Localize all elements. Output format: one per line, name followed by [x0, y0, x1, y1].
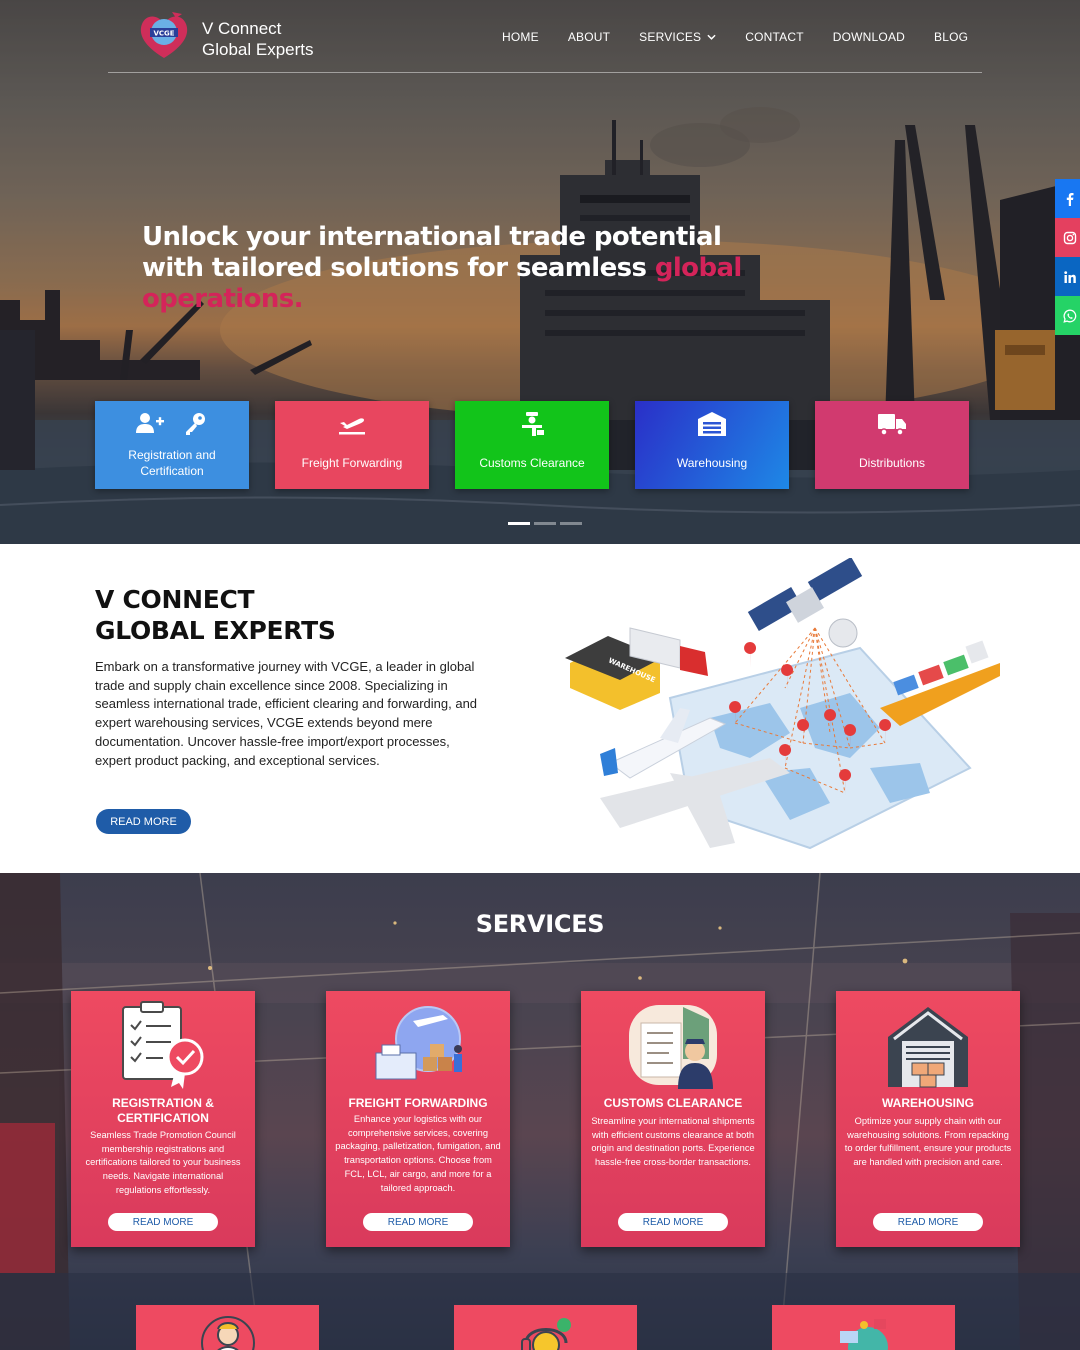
tile-registration[interactable]: Registration and Certification: [95, 401, 249, 489]
hero-section: VCGE V Connect Global Experts HOME ABOUT…: [0, 0, 1080, 544]
service-cards-row-2: [136, 1305, 955, 1350]
warehouse-icon: [698, 412, 726, 436]
card-text: Seamless Trade Promotion Council members…: [85, 1130, 241, 1195]
nav-about[interactable]: ABOUT: [568, 30, 610, 44]
services-title: SERVICES: [475, 910, 605, 938]
warehouse-building-icon: [888, 1007, 968, 1088]
user-plus-key-icon: [136, 413, 205, 435]
hero-service-tiles: Registration and Certification Freight F…: [95, 401, 969, 489]
service-card-support: [454, 1305, 637, 1350]
tile-customs-clearance[interactable]: Customs Clearance: [455, 401, 609, 489]
linkedin-button[interactable]: [1055, 257, 1080, 296]
nav-download[interactable]: DOWNLOAD: [833, 30, 905, 44]
card-read-more-button[interactable]: READ MORE: [108, 1213, 218, 1231]
chevron-down-icon: [707, 34, 716, 40]
tile-freight-forwarding[interactable]: Freight Forwarding: [275, 401, 429, 489]
svg-text:VCGE: VCGE: [153, 30, 174, 38]
brand-line2: Global Experts: [202, 40, 314, 59]
card-text: Enhance your logistics with our comprehe…: [335, 1114, 501, 1193]
service-card-customs-clearance: CUSTOMS CLEARANCE Streamline your intern…: [581, 991, 765, 1247]
certificate-clipboard-icon: [122, 1001, 204, 1089]
nav-contact[interactable]: CONTACT: [745, 30, 804, 44]
service-card-registration: REGISTRATION & CERTIFICATION Seamless Tr…: [71, 991, 255, 1247]
slider-dot-1[interactable]: [508, 522, 530, 525]
card-read-more-button[interactable]: READ MORE: [873, 1213, 983, 1231]
about-section: V CONNECT GLOBAL EXPERTS Embark on a tra…: [0, 544, 1080, 873]
brand-name[interactable]: V Connect Global Experts: [202, 18, 314, 60]
card-text: Optimize your supply chain with our ware…: [844, 1116, 1012, 1168]
hero-heading-main: Unlock your international trade potentia…: [142, 222, 722, 283]
slider-dot-3[interactable]: [560, 522, 582, 525]
card-text: Streamline your international shipments …: [591, 1116, 755, 1168]
slider-pagination: [508, 522, 582, 525]
tile-warehousing[interactable]: Warehousing: [635, 401, 789, 489]
facebook-icon: [1066, 192, 1074, 206]
instagram-icon: [1063, 231, 1077, 244]
nav-blog[interactable]: BLOG: [934, 30, 968, 44]
about-read-more-button[interactable]: READ MORE: [96, 809, 191, 834]
nav-home[interactable]: HOME: [502, 30, 539, 44]
social-bar: [1055, 179, 1080, 335]
agent-network-icon: [201, 1316, 255, 1350]
site-header: VCGE V Connect Global Experts HOME ABOUT…: [108, 0, 982, 73]
about-text: Embark on a transformative journey with …: [95, 659, 478, 768]
linkedin-icon: [1064, 270, 1076, 283]
tile-distributions[interactable]: Distributions: [815, 401, 969, 489]
service-card-warehousing: WAREHOUSING Optimize your supply chain w…: [836, 991, 1020, 1247]
whatsapp-button[interactable]: [1055, 296, 1080, 335]
card-title: FREIGHT FORWARDING: [348, 1096, 488, 1110]
global-logistics-illustration: WAREHOUSE: [565, 558, 1000, 850]
instagram-button[interactable]: [1055, 218, 1080, 257]
service-card-distribution: [772, 1305, 955, 1350]
card-title: WAREHOUSING: [881, 1096, 974, 1110]
about-title: V CONNECT GLOBAL EXPERTS: [95, 585, 336, 645]
hero-heading: Unlock your international trade potentia…: [142, 222, 762, 315]
plane-departure-icon: [339, 418, 365, 435]
slider-dot-2[interactable]: [534, 522, 556, 525]
card-title: REGISTRATION & CERTIFICATION: [112, 1096, 214, 1125]
service-card-agent-network: [136, 1305, 319, 1350]
card-read-more-button[interactable]: READ MORE: [363, 1213, 473, 1231]
facebook-button[interactable]: [1055, 179, 1080, 218]
distribution-globe-icon: [840, 1319, 888, 1350]
customs-officer-icon: [522, 412, 544, 436]
customs-documents-icon: [629, 1005, 717, 1089]
whatsapp-icon: [1063, 309, 1077, 323]
support-headset-icon: [521, 1318, 571, 1350]
service-card-freight-forwarding: FREIGHT FORWARDING Enhance your logistic…: [326, 991, 510, 1247]
truck-icon: [878, 414, 906, 436]
vcge-logo[interactable]: VCGE: [136, 8, 192, 66]
main-nav: HOME ABOUT SERVICES CONTACT DOWNLOAD BLO…: [502, 30, 968, 44]
services-section: SERVICES REGISTRATION & CERTIFICATION Se…: [0, 873, 1080, 1350]
nav-services[interactable]: SERVICES: [639, 30, 716, 44]
card-read-more-button[interactable]: READ MORE: [618, 1213, 728, 1231]
freight-globe-icon: [375, 1006, 462, 1080]
card-title: CUSTOMS CLEARANCE: [603, 1096, 743, 1110]
service-cards: REGISTRATION & CERTIFICATION Seamless Tr…: [71, 991, 1020, 1247]
brand-line1: V Connect: [202, 19, 282, 38]
